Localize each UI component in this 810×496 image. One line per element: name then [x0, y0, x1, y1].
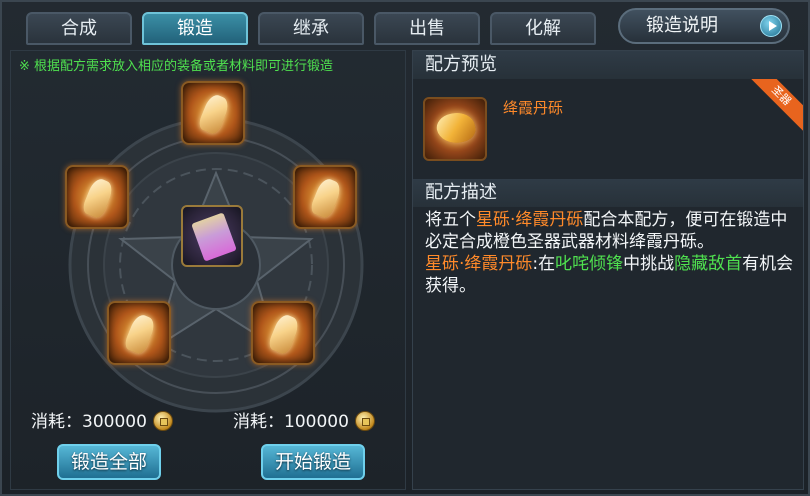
tab-synthesis[interactable]: 合成	[26, 12, 132, 45]
cost-label: 消耗：	[31, 412, 82, 432]
tab-forge[interactable]: 锻造	[142, 12, 248, 45]
desc-text: 将五个	[425, 210, 476, 230]
crystal-icon	[196, 92, 232, 136]
cost-forge-all: 消耗：300000	[31, 407, 173, 432]
description-header: 配方描述	[413, 179, 803, 207]
copper-coin-icon	[354, 411, 375, 431]
cost-amount: 100000	[284, 412, 349, 432]
material-slot-top[interactable]	[181, 81, 245, 145]
crystal-icon	[122, 312, 158, 356]
crystal-icon	[80, 176, 116, 220]
tab-sell[interactable]: 出售	[374, 12, 480, 45]
ore-icon	[434, 109, 478, 147]
forge-all-button[interactable]: 锻造全部	[57, 444, 161, 480]
recipe-slot[interactable]	[181, 205, 243, 267]
preview-header: 配方预览	[413, 51, 803, 79]
recipe-description: 将五个星砾·绛霞丹砾配合本配方，便可在锻造中必定合成橙色圣器武器材料绛霞丹砾。 …	[425, 209, 797, 297]
material-slot-bottom-left[interactable]	[107, 301, 171, 365]
forge-info-button[interactable]: 锻造说明	[618, 8, 790, 44]
holy-badge-label: 圣器	[751, 79, 803, 131]
forge-window: 合成 锻造 继承 出售 化解 锻造说明 ※ 根据配方需求放入相应的装备或者材料即…	[0, 0, 810, 496]
cost-amount: 300000	[82, 412, 147, 432]
material-slot-bottom-right[interactable]	[251, 301, 315, 365]
desc-text: 中挑战	[623, 254, 675, 274]
desc-text: :在	[532, 254, 556, 274]
forge-hint: ※ 根据配方需求放入相应的装备或者材料即可进行锻造	[19, 59, 334, 74]
cost-start-forge: 消耗：100000	[233, 407, 375, 432]
desc-location: 叱咤倾锋	[555, 254, 624, 274]
forge-info-label: 锻造说明	[646, 15, 718, 36]
preview-item-name: 绛霞丹砾	[503, 99, 564, 117]
crystal-icon	[308, 176, 344, 220]
forge-panel: ※ 根据配方需求放入相应的装备或者材料即可进行锻造 消耗：300000 消耗：1…	[10, 50, 406, 490]
start-forge-button[interactable]: 开始锻造	[261, 444, 365, 480]
play-arrow-icon	[760, 15, 782, 37]
desc-item-name: 星砾·绛霞丹砾	[425, 254, 533, 274]
cost-label: 消耗：	[233, 412, 284, 432]
tab-dismantle[interactable]: 化解	[490, 12, 596, 45]
holy-badge: 圣器	[751, 79, 803, 131]
copper-coin-icon	[152, 411, 173, 431]
desc-enemy: 隐藏敌首	[674, 254, 743, 274]
material-slot-right[interactable]	[293, 165, 357, 229]
recipe-panel: 配方预览 绛霞丹砾 圣器 配方描述 将五个星砾·绛霞丹砾配合本配方，便可在锻造中…	[412, 50, 804, 490]
crystal-icon	[266, 312, 302, 356]
preview-item-slot[interactable]	[423, 97, 487, 161]
material-slot-left[interactable]	[65, 165, 129, 229]
desc-item-name: 星砾·绛霞丹砾	[476, 210, 584, 230]
tab-inherit[interactable]: 继承	[258, 12, 364, 45]
scroll-icon	[191, 212, 237, 262]
